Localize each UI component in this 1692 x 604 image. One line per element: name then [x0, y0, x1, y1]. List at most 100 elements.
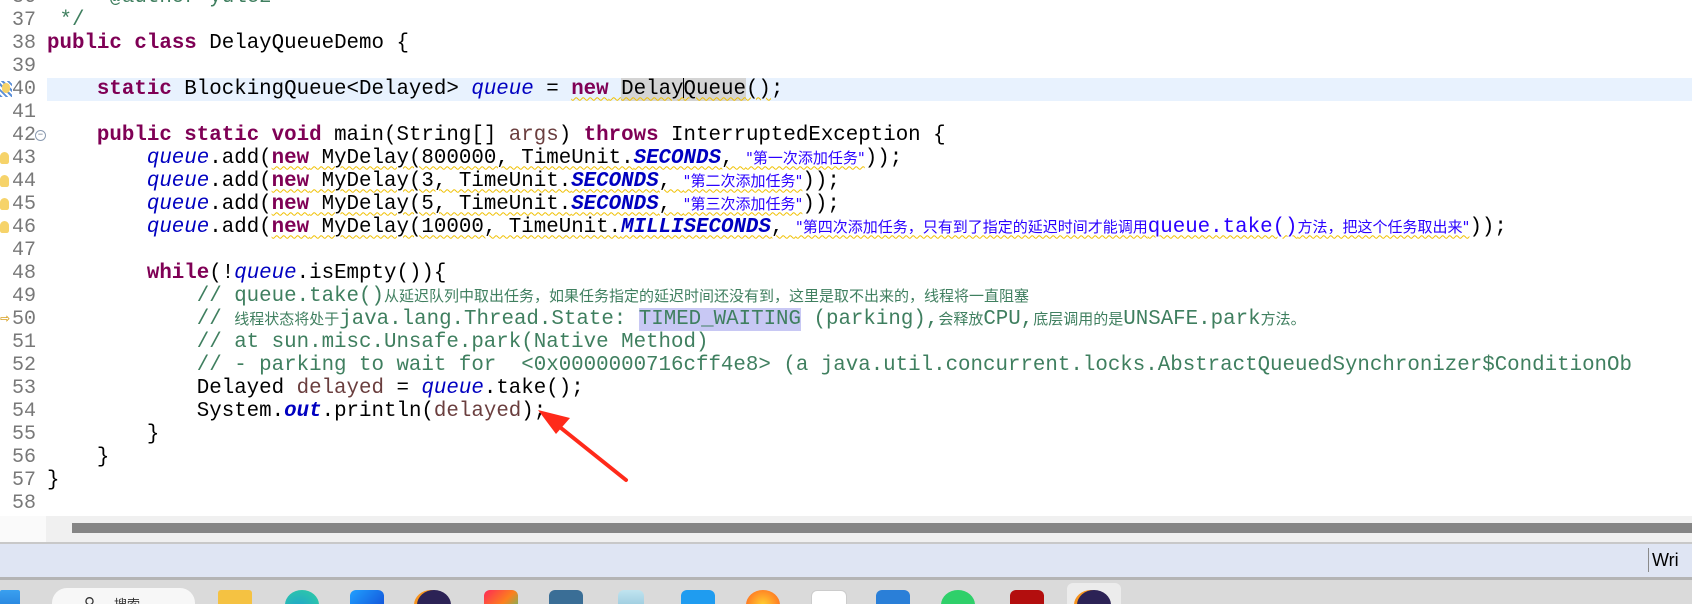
- code-token: =: [533, 77, 572, 101]
- eclipse-icon[interactable]: [417, 590, 451, 604]
- debug-current-instruction-icon[interactable]: ⇨: [0, 308, 12, 328]
- code-line[interactable]: 55 }: [0, 423, 1692, 446]
- edge-icon[interactable]: [285, 590, 319, 604]
- code-token: MyDelay(5, TimeUnit.: [309, 192, 572, 216]
- code-token: Delay: [621, 77, 684, 101]
- code-text[interactable]: }: [47, 423, 1692, 446]
- horizontal-scrollbar[interactable]: [46, 516, 1692, 542]
- code-line[interactable]: 46 queue.add(new MyDelay(10000, TimeUnit…: [0, 216, 1692, 239]
- code-token: static: [96, 77, 172, 101]
- code-text[interactable]: queue.add(new MyDelay(800000, TimeUnit.S…: [47, 147, 1692, 170]
- code-token: ,: [770, 215, 796, 239]
- wechat-icon[interactable]: [941, 590, 975, 604]
- vscode-icon[interactable]: [681, 590, 715, 604]
- warning-icon[interactable]: [0, 174, 9, 187]
- code-token: "第一次添加任务": [745, 148, 865, 167]
- app-icon[interactable]: [618, 590, 644, 604]
- code-line[interactable]: 52 // - parking to wait for <0x000000071…: [0, 354, 1692, 377]
- code-line[interactable]: 53 Delayed delayed = queue.take();: [0, 377, 1692, 400]
- code-text[interactable]: // 线程状态将处于java.lang.Thread.State: TIMED_…: [47, 307, 1692, 331]
- code-text[interactable]: @author yulez: [47, 0, 1692, 9]
- code-token: Delayed: [196, 376, 297, 400]
- code-token: out: [284, 399, 322, 423]
- code-text[interactable]: // at sun.misc.Unsafe.park(Native Method…: [47, 331, 1692, 354]
- code-line[interactable]: 43 queue.add(new MyDelay(800000, TimeUni…: [0, 147, 1692, 170]
- code-token: ): [864, 146, 878, 170]
- code-line[interactable]: 44 queue.add(new MyDelay(3, TimeUnit.SEC…: [0, 170, 1692, 193]
- intellij-icon[interactable]: [484, 590, 518, 604]
- warning-icon[interactable]: [0, 80, 12, 97]
- code-line[interactable]: 51 // at sun.misc.Unsafe.park(Native Met…: [0, 331, 1692, 354]
- warning-icon[interactable]: [0, 197, 9, 210]
- code-text[interactable]: Delayed delayed = queue.take();: [47, 377, 1692, 400]
- code-text[interactable]: }: [47, 446, 1692, 469]
- windows-start-icon[interactable]: [0, 590, 20, 604]
- code-line[interactable]: 54 System.out.println(delayed);: [0, 400, 1692, 423]
- code-token: // at sun.misc.Unsafe.park(Native Method…: [196, 330, 709, 354]
- taskbar-search[interactable]: ⚲ 搜索: [52, 588, 195, 604]
- code-token: static: [184, 123, 260, 147]
- typora-icon[interactable]: [811, 590, 847, 604]
- line-number: 42: [11, 123, 36, 147]
- code-line[interactable]: 49 // queue.take()从延迟队列中取出任务，如果任务指定的延迟时间…: [0, 285, 1692, 308]
- code-token: while: [146, 261, 210, 285]
- code-token: }: [47, 422, 160, 446]
- code-text[interactable]: while(!queue.isEmpty()){: [47, 262, 1692, 285]
- app-icon[interactable]: [876, 590, 910, 604]
- code-token: ,: [658, 192, 684, 216]
- mysql-workbench-icon[interactable]: [549, 590, 583, 604]
- code-line[interactable]: 37 */: [0, 9, 1692, 32]
- code-text[interactable]: System.out.println(delayed);: [47, 400, 1692, 423]
- code-text[interactable]: queue.add(new MyDelay(3, TimeUnit.SECOND…: [47, 170, 1692, 193]
- code-text[interactable]: */: [47, 9, 1692, 32]
- code-line[interactable]: 38 public class DelayQueueDemo {: [0, 32, 1692, 55]
- code-token: .add(: [209, 146, 272, 170]
- code-text[interactable]: [47, 239, 1692, 262]
- app-icon[interactable]: [350, 590, 384, 604]
- warning-icon[interactable]: [0, 220, 9, 233]
- code-text[interactable]: }: [47, 469, 1692, 492]
- code-line[interactable]: 39: [0, 55, 1692, 78]
- app-icon[interactable]: [1010, 590, 1044, 604]
- code-token: ): [802, 192, 815, 216]
- code-token: }: [47, 468, 60, 492]
- code-token: queue: [146, 192, 210, 216]
- firefox-icon[interactable]: [746, 590, 780, 604]
- code-line[interactable]: 40 static BlockingQueue<Delayed> queue =…: [0, 77, 1692, 101]
- code-line[interactable]: 48 while(!queue.isEmpty()){: [0, 262, 1692, 285]
- code-text[interactable]: // - parking to wait for <0x0000000716cf…: [47, 354, 1692, 377]
- code-editor[interactable]: 36 @author yulez37 */38public class Dela…: [0, 0, 1692, 516]
- warning-icon[interactable]: [0, 151, 9, 164]
- code-token: System.: [196, 399, 285, 423]
- code-text[interactable]: static BlockingQueue<Delayed> queue = ne…: [47, 77, 1692, 101]
- code-line[interactable]: 50 ⇨ // 线程状态将处于java.lang.Thread.State: TI…: [0, 307, 1692, 331]
- code-line[interactable]: 36 @author yulez: [0, 0, 1692, 9]
- code-lines[interactable]: 36 @author yulez37 */38public class Dela…: [0, 0, 1692, 515]
- search-label: 搜索: [114, 594, 140, 604]
- code-text[interactable]: [47, 55, 1692, 78]
- code-line[interactable]: 45 queue.add(new MyDelay(5, TimeUnit.SEC…: [0, 193, 1692, 216]
- code-text[interactable]: queue.add(new MyDelay(10000, TimeUnit.MI…: [47, 216, 1692, 239]
- code-text[interactable]: public static void main(String[] args) t…: [47, 124, 1692, 147]
- code-text[interactable]: [47, 492, 1692, 515]
- code-text[interactable]: queue.add(new MyDelay(5, TimeUnit.SECOND…: [47, 193, 1692, 216]
- code-line[interactable]: 42− public static void main(String[] arg…: [0, 124, 1692, 147]
- code-line[interactable]: 47: [0, 239, 1692, 262]
- code-token: (!: [209, 261, 235, 285]
- code-line[interactable]: 56 }: [0, 446, 1692, 469]
- code-text[interactable]: // queue.take()从延迟队列中取出任务，如果任务指定的延迟时间还没有…: [47, 285, 1692, 308]
- code-line[interactable]: 58: [0, 492, 1692, 515]
- horizontal-scrollbar-thumb[interactable]: [72, 523, 1692, 533]
- fold-collapse-icon[interactable]: −: [35, 129, 46, 141]
- file-explorer-icon[interactable]: [218, 590, 252, 604]
- code-text[interactable]: [47, 101, 1692, 124]
- line-number: 41: [11, 100, 36, 124]
- code-line[interactable]: 57}: [0, 469, 1692, 492]
- code-text[interactable]: public class DelayQueueDemo {: [47, 32, 1692, 55]
- code-token: );: [814, 169, 840, 193]
- line-number: 37: [11, 8, 36, 32]
- code-line[interactable]: 41: [0, 101, 1692, 124]
